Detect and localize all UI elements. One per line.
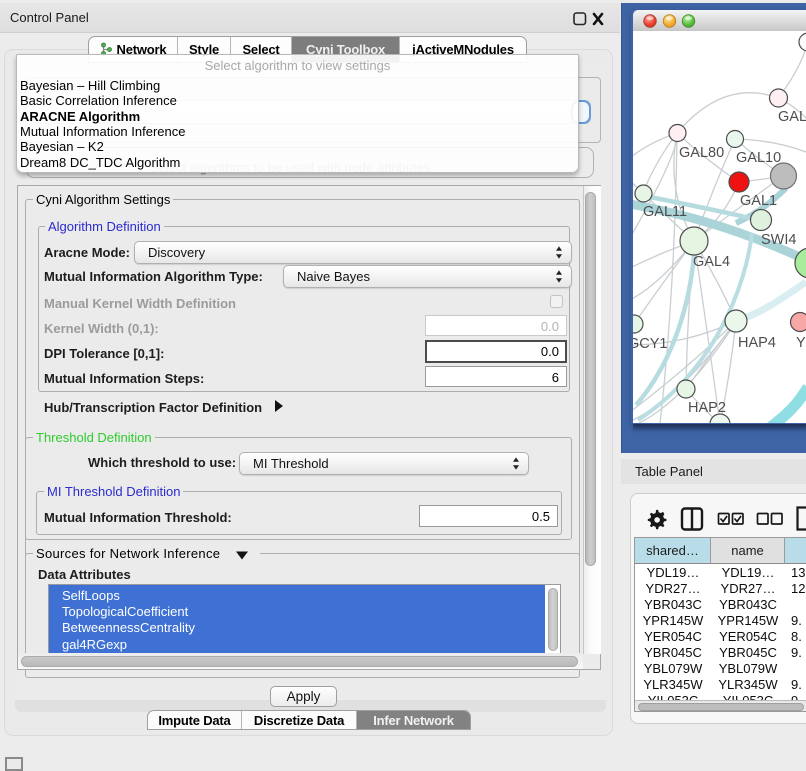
svg-text:SWI4: SWI4 — [761, 232, 796, 248]
svg-text:GAL1: GAL1 — [740, 193, 777, 209]
svg-text:HAP4: HAP4 — [738, 335, 776, 351]
svg-text:GAL7: GAL7 — [778, 109, 806, 125]
svg-text:GAL11: GAL11 — [643, 204, 687, 220]
svg-text:GAL4: GAL4 — [693, 254, 730, 270]
svg-text:YL: YL — [796, 335, 806, 351]
svg-text:HAP2: HAP2 — [688, 400, 726, 416]
svg-text:GAL80: GAL80 — [679, 145, 724, 161]
svg-text:GAL10: GAL10 — [736, 150, 781, 166]
svg-text:GCY1: GCY1 — [633, 336, 668, 352]
